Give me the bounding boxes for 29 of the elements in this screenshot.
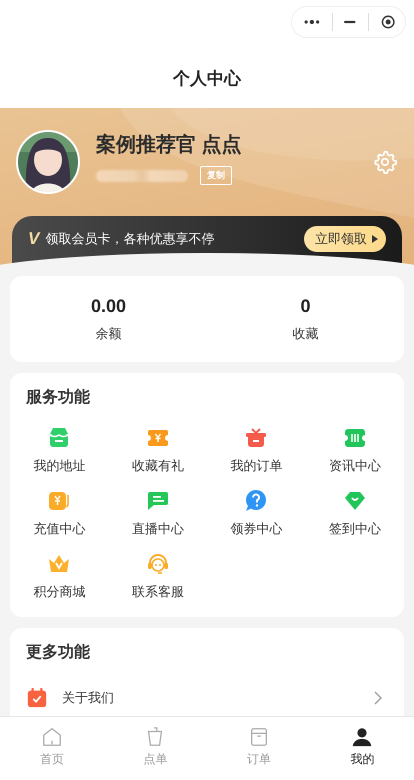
service-item[interactable]: 签到中心 [306,489,404,538]
tab-item[interactable]: 我的 [310,717,414,780]
caret-icon [372,235,378,243]
service-item[interactable]: 领券中心 [207,489,306,538]
member-text: 领取会员卡，各种优惠享不停 [45,230,216,248]
person-icon [351,726,374,748]
service-item[interactable]: 积分商城 [10,552,108,601]
vip-logo: V [28,228,40,250]
page-title: 个人中心 [173,68,241,90]
chevron-icon [374,691,382,705]
stat-label: 余额 [96,324,122,342]
stat-label: 收藏 [292,324,318,342]
minimize-icon[interactable] [344,20,356,24]
home-icon [40,726,63,748]
service-item[interactable]: 资讯中心 [306,426,404,475]
service-item[interactable]: 我的订单 [207,426,306,475]
service-item[interactable]: 收藏有礼 [108,426,207,475]
service-item[interactable]: 联系客服 [108,552,207,601]
service-item[interactable]: 充值中心 [10,489,108,538]
service-item[interactable]: 我的地址 [10,426,108,475]
user-name: 案例推荐官 点点 [96,132,243,158]
more-icon[interactable] [304,18,320,26]
section-title: 服务功能 [24,388,91,408]
service-item[interactable]: 直播中心 [108,489,207,538]
claim-button[interactable]: 立即领取 [304,226,386,252]
section-title: 更多功能 [25,642,91,663]
menu-row[interactable]: 关于我们 [10,663,404,709]
stat-value: 0 [300,296,310,316]
stat-value: 0.00 [90,296,126,316]
